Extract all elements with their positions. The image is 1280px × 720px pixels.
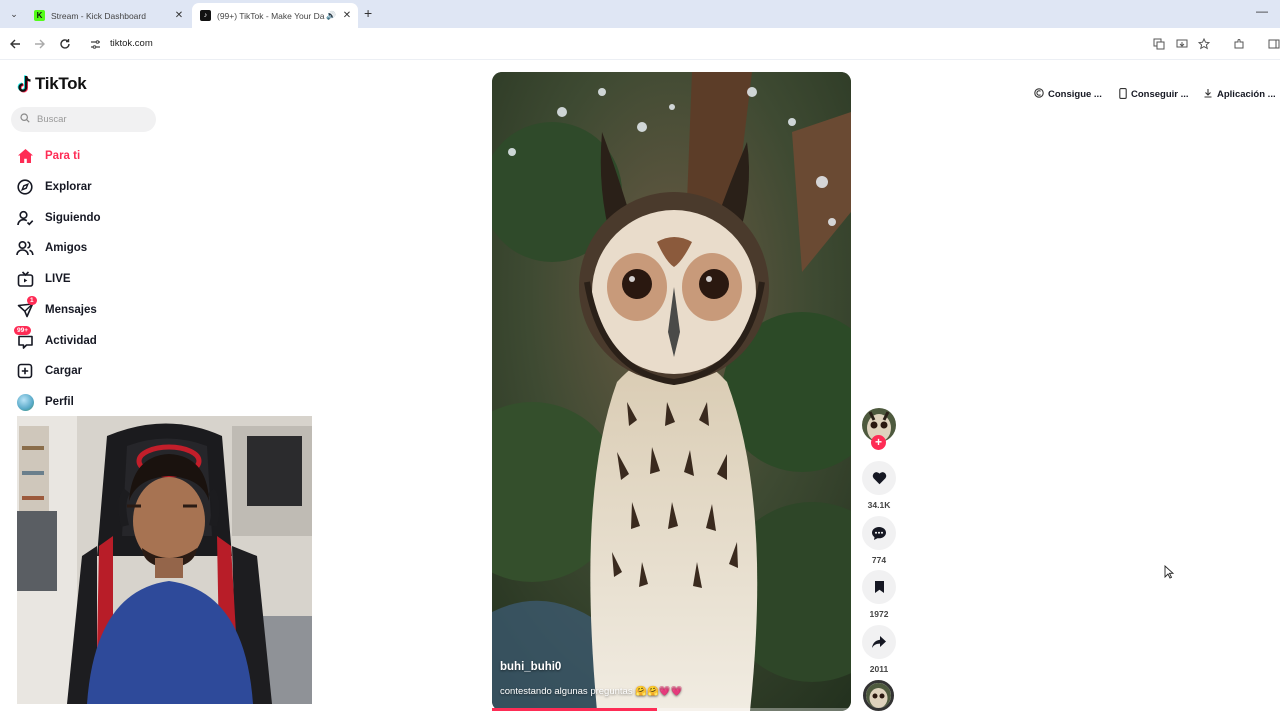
sidebar-item-perfil[interactable]: Perfil: [16, 390, 74, 414]
sidebar-item-siguiendo[interactable]: Siguiendo: [16, 206, 101, 230]
tiktok-logo[interactable]: TikTok: [17, 74, 87, 94]
phone-icon: [1119, 87, 1127, 101]
sidebar-item-live[interactable]: LIVE: [16, 267, 71, 291]
get-app-label: Conseguir ...: [1131, 88, 1189, 100]
messages-icon: 1: [16, 296, 37, 319]
new-tab-icon[interactable]: +: [364, 5, 372, 21]
sidebar-item-label: Perfil: [45, 396, 74, 408]
search-icon: [20, 113, 30, 126]
sidebar-item-label: Para ti: [45, 150, 81, 162]
get-coins-label: Consigue ...: [1048, 88, 1102, 100]
tiktok-favicon-icon: ♪: [200, 10, 211, 21]
get-app-link[interactable]: Conseguir ...: [1119, 86, 1189, 102]
friends-icon: [16, 239, 34, 257]
like-count: 34.1K: [867, 500, 891, 510]
messages-badge: 1: [27, 296, 37, 305]
tiktok-note-icon: [17, 74, 31, 92]
comment-count: 774: [871, 555, 887, 565]
sidebar-item-actividad[interactable]: 99+ Actividad: [14, 326, 97, 353]
activity-icon: 99+: [14, 326, 34, 350]
translate-icon[interactable]: [1151, 36, 1167, 52]
address-bar[interactable]: tiktok.com: [110, 38, 153, 49]
tab-close-icon[interactable]: ✕: [340, 10, 354, 21]
sidebar-item-explorar[interactable]: Explorar: [16, 175, 92, 199]
sidebar-item-label: Amigos: [45, 242, 88, 254]
home-icon: [16, 147, 34, 165]
profile-avatar: [16, 393, 34, 411]
bookmark-icon: [874, 581, 884, 593]
heart-icon: [872, 472, 886, 485]
share-button[interactable]: [862, 625, 896, 659]
back-arrow-icon[interactable]: [7, 36, 23, 52]
desktop-app-label: Aplicación ...: [1217, 88, 1276, 100]
compass-icon: [16, 178, 34, 196]
extensions-icon[interactable]: [1231, 36, 1247, 52]
logo-text: TikTok: [35, 74, 87, 93]
video-caption: contestando algunas preguntas 🤗🤗💗💗: [500, 686, 683, 697]
minimize-window-icon[interactable]: —: [1256, 4, 1268, 18]
like-button[interactable]: [862, 461, 896, 495]
follow-plus-icon[interactable]: +: [871, 435, 886, 450]
side-panel-icon[interactable]: [1266, 36, 1280, 52]
coin-icon: [1034, 88, 1044, 100]
sidebar-item-label: Explorar: [45, 181, 92, 193]
search-input[interactable]: [37, 114, 137, 125]
video-username[interactable]: buhi_buhi0: [500, 661, 561, 673]
owl-video-frame: [492, 72, 851, 711]
share-arrow-icon: [872, 636, 886, 648]
sidebar-item-para-ti[interactable]: Para ti: [16, 144, 80, 168]
tab-title: Stream - Kick Dashboard: [51, 10, 146, 21]
sidebar-item-label: LIVE: [45, 273, 71, 285]
activity-badge: 99+: [14, 326, 32, 335]
reload-icon[interactable]: [57, 36, 73, 52]
mouse-cursor-icon: [1164, 564, 1175, 579]
live-icon: [16, 270, 34, 288]
comment-icon: [872, 526, 886, 540]
kick-favicon-icon: K: [34, 10, 45, 21]
desktop-app-link[interactable]: Aplicación ...: [1203, 86, 1276, 102]
video-progress-fill: [492, 708, 658, 711]
sidebar-item-cargar[interactable]: Cargar: [16, 359, 82, 383]
search-box[interactable]: [11, 107, 156, 132]
get-coins-link[interactable]: Consigue ...: [1034, 86, 1102, 102]
browser-tab-kick[interactable]: K Stream - Kick Dashboard ✕: [26, 3, 190, 28]
save-button[interactable]: [862, 570, 896, 604]
sidebar-item-label: Cargar: [45, 365, 83, 377]
browser-tab-tiktok[interactable]: ♪ (99+) TikTok - Make Your Da 🔊 ✕: [192, 3, 358, 28]
audio-playing-icon[interactable]: 🔊: [326, 11, 336, 20]
comment-button[interactable]: [862, 516, 896, 550]
streamer-webcam-overlay: [17, 416, 312, 704]
video-progress-bar[interactable]: [492, 708, 851, 711]
video-player[interactable]: [492, 72, 851, 711]
following-icon: [16, 209, 34, 227]
sidebar-item-label: Siguiendo: [45, 212, 101, 224]
sidebar-item-amigos[interactable]: Amigos: [16, 236, 87, 260]
site-info-icon[interactable]: [88, 37, 102, 51]
sidebar-item-label: Actividad: [45, 335, 97, 347]
music-disc-avatar[interactable]: [863, 680, 894, 711]
tab-search-chevron-icon[interactable]: ⌄: [6, 6, 22, 22]
forward-arrow-icon[interactable]: [32, 36, 48, 52]
browser-toolbar: tiktok.com: [0, 28, 1280, 60]
bookmark-star-icon[interactable]: [1196, 36, 1212, 52]
upload-icon: [16, 362, 34, 380]
download-icon: [1203, 88, 1213, 100]
save-count: 1972: [869, 609, 889, 619]
share-count: 2011: [869, 664, 889, 674]
tab-title: (99+) TikTok - Make Your Da: [217, 10, 325, 21]
tab-close-icon[interactable]: ✕: [172, 10, 186, 21]
sidebar-item-label: Mensajes: [45, 304, 97, 316]
install-app-icon[interactable]: [1174, 36, 1190, 52]
sidebar-item-mensajes[interactable]: 1 Mensajes: [16, 296, 97, 322]
browser-tabbar: ⌄ K Stream - Kick Dashboard ✕ ♪ (99+) Ti…: [0, 0, 1280, 28]
